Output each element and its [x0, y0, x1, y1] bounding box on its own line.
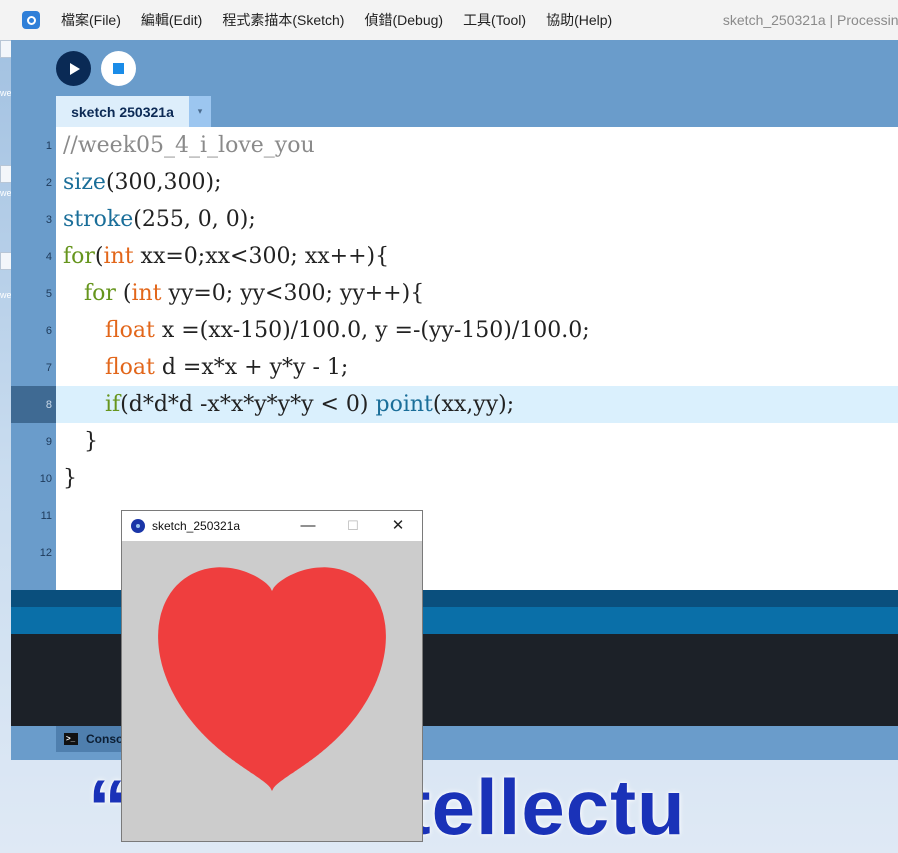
code-line[interactable]: 3 stroke(255, 0, 0);	[11, 201, 898, 238]
code-text: yy=0; yy<300; yy++){	[161, 281, 425, 306]
line-number: 11	[40, 509, 52, 522]
processing-app-icon	[22, 11, 40, 29]
code-line[interactable]: 10 }	[11, 460, 898, 497]
line-number: 4	[45, 250, 52, 263]
code-text: x =(xx-150)/100.0, y =-(yy-150)/100.0;	[154, 318, 590, 343]
line-number: 2	[45, 176, 52, 189]
code-text: }	[63, 466, 77, 491]
menu-tool[interactable]: 工具(Tool)	[463, 10, 526, 30]
processing-app-icon	[131, 519, 145, 533]
code-line[interactable]: 9 }	[11, 423, 898, 460]
menu-sketch[interactable]: 程式素描本(Sketch)	[222, 10, 344, 30]
desktop-icon-label: we	[0, 88, 12, 98]
code-line-current[interactable]: 8 if(d*d*d -x*x*y*y*y < 0) point(xx,yy);	[11, 386, 898, 423]
terminal-icon: >_	[64, 733, 78, 745]
code-type: int	[131, 281, 162, 306]
run-button[interactable]	[56, 51, 91, 86]
menu-help[interactable]: 協助(Help)	[546, 10, 612, 30]
line-number: 7	[45, 361, 52, 374]
heart-shape	[158, 567, 386, 791]
menu-bar: 檔案(File) 編輯(Edit) 程式素描本(Sketch) 偵錯(Debug…	[61, 10, 632, 30]
code-line[interactable]: 2 size(300,300);	[11, 164, 898, 201]
sketch-window-title: sketch_250321a	[152, 519, 241, 533]
code-keyword: for	[63, 244, 95, 269]
menu-file[interactable]: 檔案(File)	[61, 10, 121, 30]
code-line[interactable]: 1 //week05_4_i_love_you	[11, 127, 898, 164]
line-number: 6	[45, 324, 52, 337]
line-number: 5	[45, 287, 52, 300]
close-button[interactable]: ✕	[387, 516, 409, 536]
code-comment: //week05_4_i_love_you	[63, 133, 315, 158]
code-function: point	[375, 392, 433, 417]
code-line[interactable]: 5 for (int yy=0; yy<300; yy++){	[11, 275, 898, 312]
tab-sketch[interactable]: sketch 250321a	[56, 96, 189, 127]
desktop-icon-label: we	[0, 290, 12, 300]
code-text: (	[115, 281, 132, 306]
code-text: (300,300);	[105, 170, 222, 195]
code-text: xx=0;xx<300; xx++){	[133, 244, 390, 269]
title-bar: 檔案(File) 編輯(Edit) 程式素描本(Sketch) 偵錯(Debug…	[0, 0, 898, 40]
code-type: float	[104, 355, 155, 380]
sketch-output-window: sketch_250321a — ☐ ✕	[121, 510, 423, 842]
toolbar	[11, 40, 898, 96]
code-text: (xx,yy);	[432, 392, 515, 417]
code-type: int	[103, 244, 134, 269]
window-title: sketch_250321a | Processing 4	[722, 12, 898, 28]
line-number: 10	[39, 472, 52, 485]
desktop-icon-label: we	[0, 188, 12, 198]
code-line[interactable]: 6 float x =(xx-150)/100.0, y =-(yy-150)/…	[11, 312, 898, 349]
code-function: stroke	[63, 207, 134, 232]
sketch-title-bar[interactable]: sketch_250321a — ☐ ✕	[122, 511, 422, 541]
tab-menu-chevron-down-icon[interactable]: ▾	[189, 96, 211, 127]
code-text: (d*d*d -x*x*y*y*y < 0)	[120, 392, 376, 417]
maximize-button[interactable]: ☐	[342, 516, 364, 536]
line-number: 8	[45, 398, 52, 411]
code-keyword: for	[83, 281, 116, 306]
line-number: 3	[45, 213, 52, 226]
stop-button[interactable]	[101, 51, 136, 86]
code-text: }	[63, 429, 98, 454]
code-type: float	[104, 318, 155, 343]
code-line[interactable]: 7 float d =x*x + y*y - 1;	[11, 349, 898, 386]
code-function: size	[63, 170, 106, 195]
heart-drawing	[158, 567, 386, 791]
code-keyword: if	[104, 392, 121, 417]
sketch-canvas[interactable]	[122, 541, 422, 841]
play-icon	[70, 62, 80, 75]
code-text: d =x*x + y*y - 1;	[154, 355, 349, 380]
code-line[interactable]: 4 for(int xx=0;xx<300; xx++){	[11, 238, 898, 275]
minimize-button[interactable]: —	[297, 516, 319, 536]
stop-icon	[113, 63, 124, 74]
code-text: (255, 0, 0);	[133, 207, 256, 232]
line-number: 9	[45, 435, 52, 448]
line-number: 12	[39, 546, 52, 559]
menu-edit[interactable]: 編輯(Edit)	[141, 10, 202, 30]
code-text: (	[94, 244, 104, 269]
menu-debug[interactable]: 偵錯(Debug)	[364, 10, 443, 30]
line-number: 1	[45, 139, 52, 152]
